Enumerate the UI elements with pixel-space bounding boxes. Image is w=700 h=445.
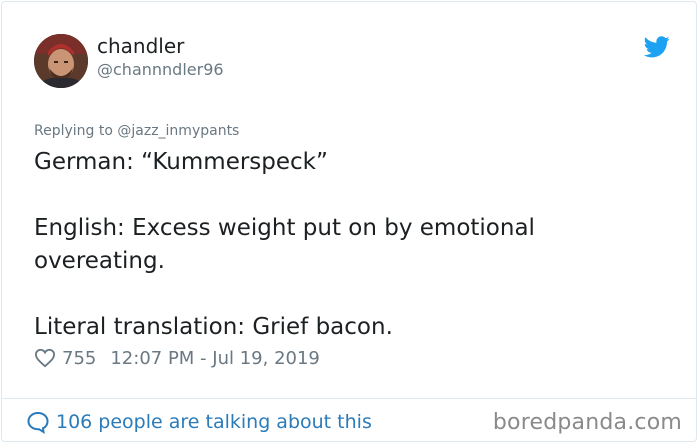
avatar[interactable] [34, 34, 88, 88]
talking-text: 106 people are talking about this [56, 411, 372, 433]
tweet-text: German: “Kummerspeck” English: Excess we… [34, 146, 594, 344]
talking-link[interactable]: 106 people are talking about this [26, 408, 372, 436]
tweet-line-literal: Literal translation: Grief bacon. [34, 314, 393, 340]
timestamp[interactable]: 12:07 PM - Jul 19, 2019 [110, 348, 320, 369]
display-name[interactable]: chandler [97, 34, 184, 58]
watermark: boredpanda.com [492, 410, 682, 435]
like-count[interactable]: 755 [62, 348, 96, 369]
avatar-image [34, 34, 88, 88]
tweet-card: chandler @channndler96 Replying to @jazz… [1, 1, 697, 442]
divider [2, 398, 696, 399]
speech-bubble-icon [27, 411, 49, 434]
twitter-bird-icon[interactable] [644, 36, 670, 58]
tweet-line-english: English: Excess weight put on by emotion… [34, 215, 535, 274]
tweet-line-german: German: “Kummerspeck” [34, 149, 328, 175]
tweet-meta: 755 12:07 PM - Jul 19, 2019 [34, 346, 320, 370]
replying-to[interactable]: Replying to @jazz_inmypants [34, 122, 239, 140]
heart-icon[interactable] [34, 348, 56, 368]
user-handle[interactable]: @channndler96 [97, 60, 224, 80]
